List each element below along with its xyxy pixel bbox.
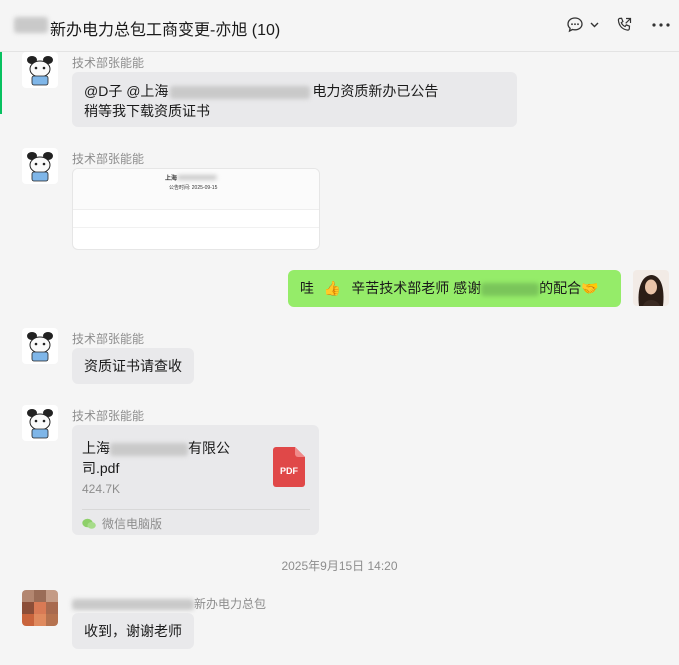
file-name: 上海 有限公 [82, 440, 230, 456]
chat-header: 新办电力总包工商变更-亦旭 (10) [0, 0, 679, 52]
sender-name[interactable]: 新办电力总包 [72, 595, 266, 612]
pdf-file-icon: PDF [273, 447, 305, 487]
sender-name[interactable]: 技术部张能能 [72, 150, 144, 167]
thumbs-up-icon: 👍 [323, 280, 342, 296]
message-bubble[interactable]: @D子 @上海 电力资质新办已公告 稍等我下载资质证书 [72, 72, 517, 127]
message-text: 资质证书请查收 [84, 358, 182, 374]
message-bubble[interactable]: 资质证书请查收 [72, 348, 194, 384]
source-label: 微信电脑版 [82, 515, 162, 531]
message-text: 的配合 [539, 280, 582, 296]
chat-icon[interactable] [566, 14, 584, 36]
wechat-icon [82, 517, 96, 529]
self-avatar[interactable] [633, 270, 669, 306]
message-text: @D子 @上海 [84, 83, 169, 99]
avatar[interactable] [22, 590, 58, 626]
active-indicator [0, 52, 2, 114]
message-text: 辛苦技术部老师 感谢 [351, 280, 482, 296]
file-message[interactable]: 上海 有限公 司.pdf 424.7K PDF 微信电脑版 [72, 425, 319, 535]
avatar[interactable] [22, 405, 58, 441]
file-size: 424.7K [82, 482, 121, 496]
redacted-text [170, 85, 311, 99]
image-subtitle: 公告时间: 2025-09-15 [169, 185, 218, 191]
handshake-icon: 🤝 [581, 280, 599, 296]
message-text: 收到，谢谢老师 [84, 623, 182, 639]
file-name-continued: 司.pdf [82, 460, 120, 476]
call-icon[interactable] [614, 14, 634, 36]
chevron-down-icon[interactable] [588, 14, 600, 36]
sender-name[interactable]: 技术部张能能 [72, 330, 144, 347]
timestamp: 2025年9月15日 14:20 [281, 559, 398, 573]
redacted-title-prefix [14, 17, 48, 33]
message-text: 稍等我下载资质证书 [84, 103, 210, 119]
chat-title[interactable]: 新办电力总包工商变更-亦旭 (10) [50, 16, 280, 40]
message-bubble[interactable]: 收到，谢谢老师 [72, 613, 194, 649]
image-title: 上海 [165, 173, 218, 182]
avatar[interactable] [22, 52, 58, 88]
image-message[interactable]: 上海 公告时间: 2025-09-15 [72, 168, 320, 250]
redacted-text [481, 282, 540, 296]
more-icon[interactable] [651, 14, 671, 36]
sender-name[interactable]: 技术部张能能 [72, 407, 144, 424]
sender-name[interactable]: 技术部张能能 [72, 54, 144, 71]
avatar[interactable] [22, 148, 58, 184]
message-text: 哇 [300, 280, 314, 296]
avatar[interactable] [22, 328, 58, 364]
message-text: 电力资质新办已公告 [312, 83, 439, 99]
message-bubble[interactable]: 哇 👍 辛苦技术部老师 感谢 的配合🤝 [288, 270, 621, 307]
